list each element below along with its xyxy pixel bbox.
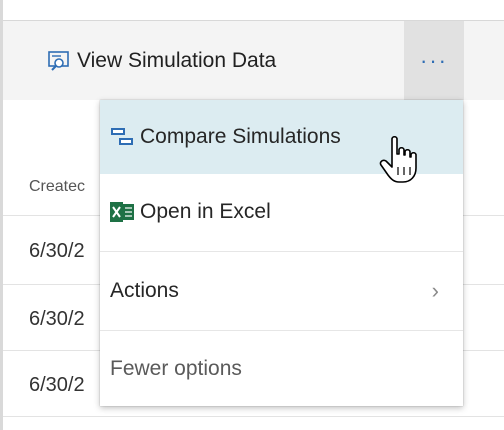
menu-item-actions[interactable]: Actions › <box>100 252 463 330</box>
view-simulation-data-label: View Simulation Data <box>77 48 277 72</box>
excel-icon <box>110 200 134 224</box>
menu-item-fewer-options[interactable]: Fewer options <box>100 331 463 406</box>
screen: View Simulation Data ··· Createc 6/30/2 … <box>0 0 504 430</box>
compare-icon <box>110 125 134 149</box>
menu-item-label: Open in Excel <box>140 200 271 223</box>
view-data-icon <box>47 49 71 73</box>
menu-item-label: Actions <box>110 279 179 302</box>
ellipsis-icon: ··· <box>420 47 448 73</box>
table-cell[interactable]: 6/30/2 <box>29 308 85 331</box>
menu-item-label: Fewer options <box>110 356 242 380</box>
column-header-created[interactable]: Createc <box>29 178 85 196</box>
chevron-right-icon: › <box>431 278 439 303</box>
top-strip <box>0 0 504 21</box>
command-bar: View Simulation Data ··· <box>3 21 504 100</box>
hand-pointer-cursor-icon <box>378 135 418 185</box>
table-cell[interactable]: 6/30/2 <box>29 240 85 263</box>
view-simulation-data-button[interactable]: View Simulation Data <box>47 21 276 100</box>
table-cell[interactable]: 6/30/2 <box>29 374 85 397</box>
menu-item-open-in-excel[interactable]: Open in Excel <box>100 174 463 250</box>
menu-item-label: Compare Simulations <box>140 125 341 148</box>
more-options-button[interactable]: ··· <box>404 21 464 100</box>
row-divider <box>3 416 504 417</box>
